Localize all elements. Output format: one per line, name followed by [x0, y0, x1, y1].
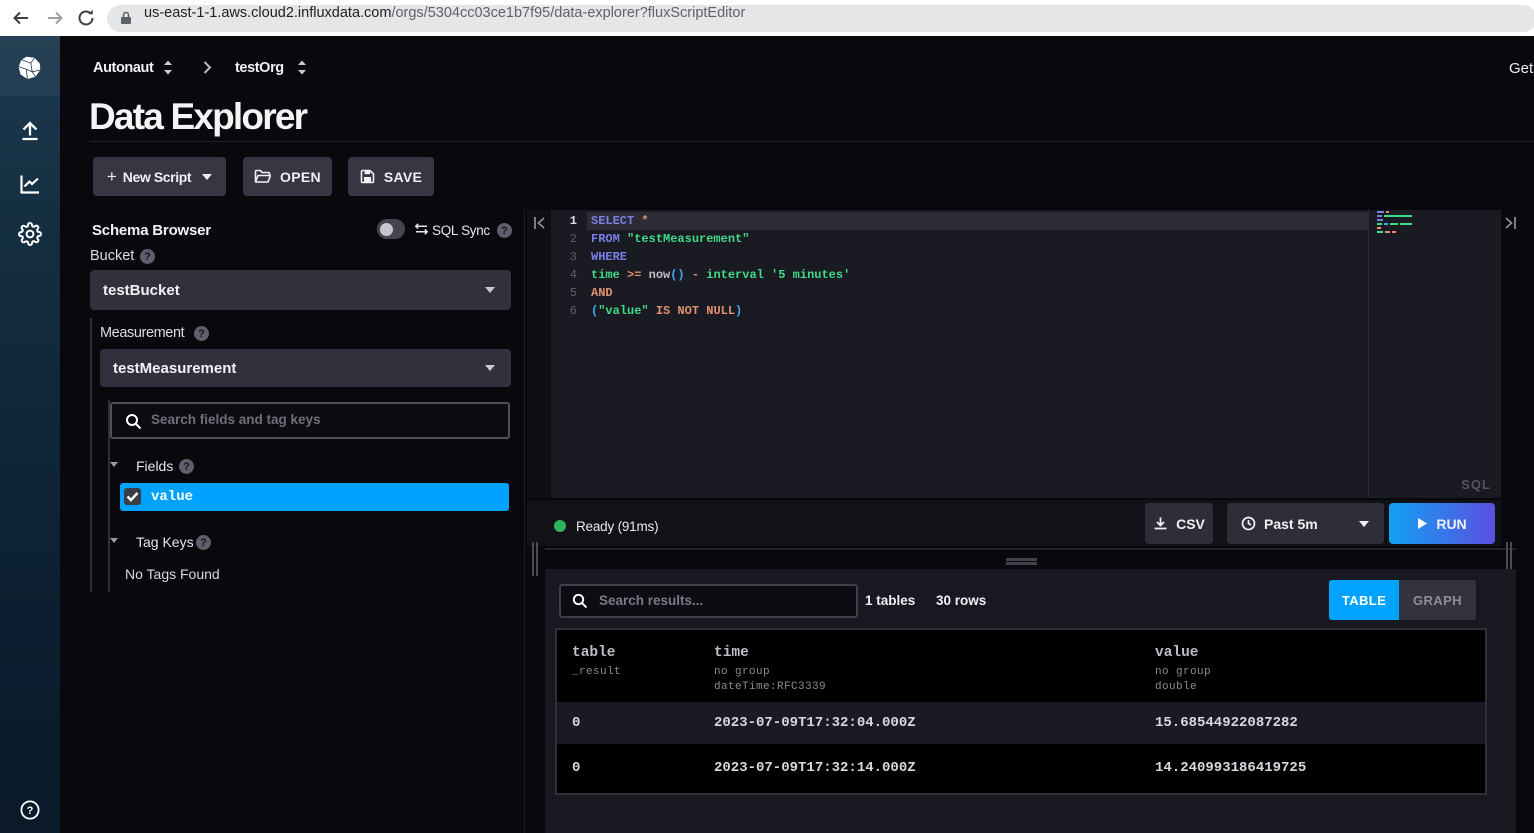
svg-text:?: ?	[27, 805, 34, 817]
